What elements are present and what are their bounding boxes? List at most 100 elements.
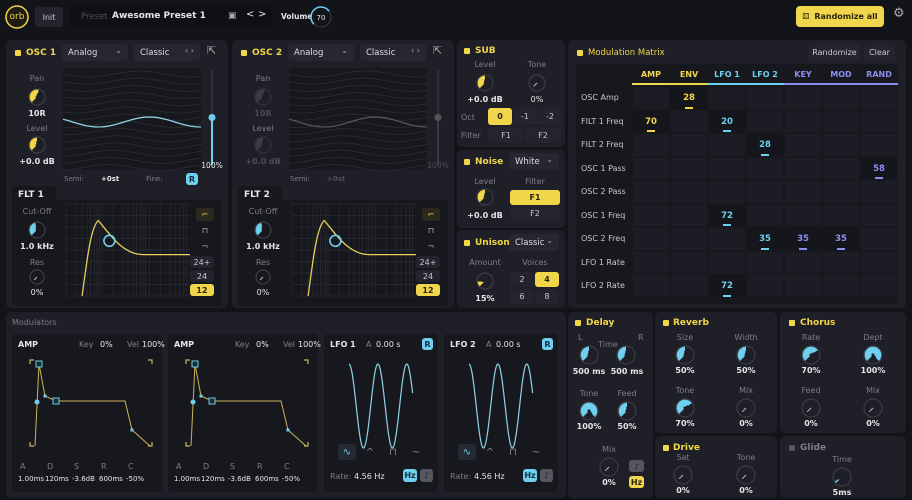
highpass-filter-button[interactable]: ¬	[422, 240, 440, 253]
unison-mode-dropdown[interactable]: Classic ⌄	[509, 234, 559, 251]
matrix-cell[interactable]	[671, 251, 707, 273]
matrix-cell[interactable]	[823, 87, 859, 109]
matrix-cell[interactable]	[785, 251, 821, 273]
matrix-cell[interactable]	[861, 181, 897, 203]
matrix-cell[interactable]	[823, 275, 859, 297]
fine-reset-button[interactable]: R	[186, 173, 198, 185]
matrix-cell[interactable]	[709, 251, 745, 273]
matrix-cell[interactable]	[671, 228, 707, 250]
matrix-cell[interactable]	[785, 157, 821, 179]
matrix-cell[interactable]	[633, 87, 669, 109]
export-icon[interactable]: ⇱	[433, 45, 442, 56]
glide-time-knob[interactable]	[0, 0, 852, 487]
matrix-cell[interactable]	[747, 204, 783, 226]
matrix-cell[interactable]	[823, 181, 859, 203]
bandpass-filter-button[interactable]: ⊓	[196, 224, 214, 237]
randomize-all-button[interactable]: ⚄ Randomize all	[796, 6, 884, 27]
matrix-cell[interactable]	[747, 181, 783, 203]
lfo-hz-button[interactable]: Hz	[523, 469, 537, 482]
modulation-amount-bar[interactable]	[723, 224, 731, 226]
modulation-amount-bar[interactable]	[723, 294, 731, 297]
lfo-shape-sine-icon[interactable]: ∿	[458, 444, 476, 460]
matrix-cell[interactable]	[823, 251, 859, 273]
matrix-cell[interactable]	[709, 181, 745, 203]
matrix-cell[interactable]	[785, 134, 821, 156]
enable-toggle[interactable]	[663, 320, 669, 326]
lfo-shape-square-icon[interactable]: ⊓	[504, 444, 522, 460]
sub-filter-button[interactable]: F2	[525, 127, 561, 143]
lfo-shape-random-icon[interactable]: ~	[527, 444, 545, 460]
enable-toggle[interactable]	[464, 159, 470, 165]
octave-button[interactable]: -1	[513, 108, 537, 125]
matrix-cell[interactable]	[861, 110, 897, 132]
matrix-clear-button[interactable]: Clear	[864, 44, 895, 61]
matrix-cell[interactable]	[671, 134, 707, 156]
matrix-cell[interactable]	[747, 157, 783, 179]
matrix-cell[interactable]	[785, 110, 821, 132]
note-sync-icon[interactable]: ♪	[629, 460, 644, 472]
noise-filter-button[interactable]: F1	[510, 190, 560, 205]
modulation-amount-bar[interactable]	[761, 247, 769, 250]
slope-button[interactable]: 12	[190, 284, 214, 296]
matrix-cell[interactable]	[823, 134, 859, 156]
lfo-shape-random-icon[interactable]: ~	[407, 444, 425, 460]
lfo-retrigger-button[interactable]: R	[542, 338, 553, 350]
slope-button[interactable]: 24+	[190, 256, 214, 268]
modulation-amount-bar[interactable]	[837, 247, 845, 250]
matrix-cell[interactable]	[861, 87, 897, 109]
lfo-hz-button[interactable]: Hz	[403, 469, 417, 482]
matrix-cell[interactable]	[785, 181, 821, 203]
matrix-cell[interactable]	[633, 157, 669, 179]
lowpass-filter-button[interactable]: ⌐	[196, 208, 214, 221]
enable-toggle[interactable]	[575, 320, 581, 326]
lfo-shape-square-icon[interactable]: ⊓	[384, 444, 402, 460]
matrix-cell[interactable]	[709, 157, 745, 179]
note-sync-icon[interactable]: ♪	[420, 469, 433, 482]
highpass-filter-button[interactable]: ¬	[196, 240, 214, 253]
matrix-cell[interactable]	[709, 228, 745, 250]
matrix-cell[interactable]	[861, 204, 897, 226]
matrix-cell[interactable]	[861, 134, 897, 156]
slope-button[interactable]: 24	[190, 270, 214, 282]
enable-toggle[interactable]	[789, 445, 795, 451]
noise-type-dropdown[interactable]: White ⌄	[509, 153, 559, 170]
matrix-cell[interactable]	[633, 251, 669, 273]
modulation-amount-bar[interactable]	[799, 247, 807, 250]
wavetable-selector[interactable]: Classic ‹ ›	[360, 44, 426, 61]
lowpass-filter-button[interactable]: ⌐	[422, 208, 440, 221]
octave-button[interactable]: 0	[488, 108, 512, 125]
matrix-cell[interactable]	[671, 157, 707, 179]
enable-toggle[interactable]	[464, 48, 470, 54]
note-sync-icon[interactable]: ♪	[540, 469, 553, 482]
matrix-cell[interactable]	[785, 87, 821, 109]
octave-button[interactable]: -2	[538, 108, 562, 125]
slope-button[interactable]: 24	[416, 270, 440, 282]
matrix-cell[interactable]	[823, 204, 859, 226]
matrix-cell[interactable]	[861, 228, 897, 250]
lfo-retrigger-button[interactable]: R	[422, 338, 433, 350]
matrix-cell[interactable]	[861, 251, 897, 273]
matrix-cell[interactable]	[823, 157, 859, 179]
lfo-shape-sine-icon[interactable]: ∿	[338, 444, 356, 460]
gear-icon[interactable]: ⚙	[893, 7, 905, 20]
matrix-cell[interactable]	[633, 275, 669, 297]
matrix-cell[interactable]	[633, 204, 669, 226]
modulation-amount-bar[interactable]	[685, 106, 693, 109]
matrix-cell[interactable]	[671, 181, 707, 203]
matrix-cell[interactable]	[861, 275, 897, 297]
modulation-amount-bar[interactable]	[761, 153, 769, 156]
enable-toggle[interactable]	[464, 240, 470, 246]
slope-button[interactable]: 24+	[416, 256, 440, 268]
matrix-cell[interactable]	[671, 110, 707, 132]
modulation-amount-bar[interactable]	[875, 177, 883, 179]
matrix-cell[interactable]	[633, 134, 669, 156]
matrix-cell[interactable]	[633, 228, 669, 250]
matrix-cell[interactable]	[747, 110, 783, 132]
matrix-cell[interactable]	[747, 251, 783, 273]
matrix-randomize-button[interactable]: Randomize	[809, 44, 860, 61]
noise-filter-button[interactable]: F2	[510, 206, 560, 221]
matrix-cell[interactable]	[671, 204, 707, 226]
matrix-cell[interactable]	[633, 181, 669, 203]
matrix-cell[interactable]	[747, 275, 783, 297]
voices-button[interactable]: 6	[510, 289, 534, 304]
